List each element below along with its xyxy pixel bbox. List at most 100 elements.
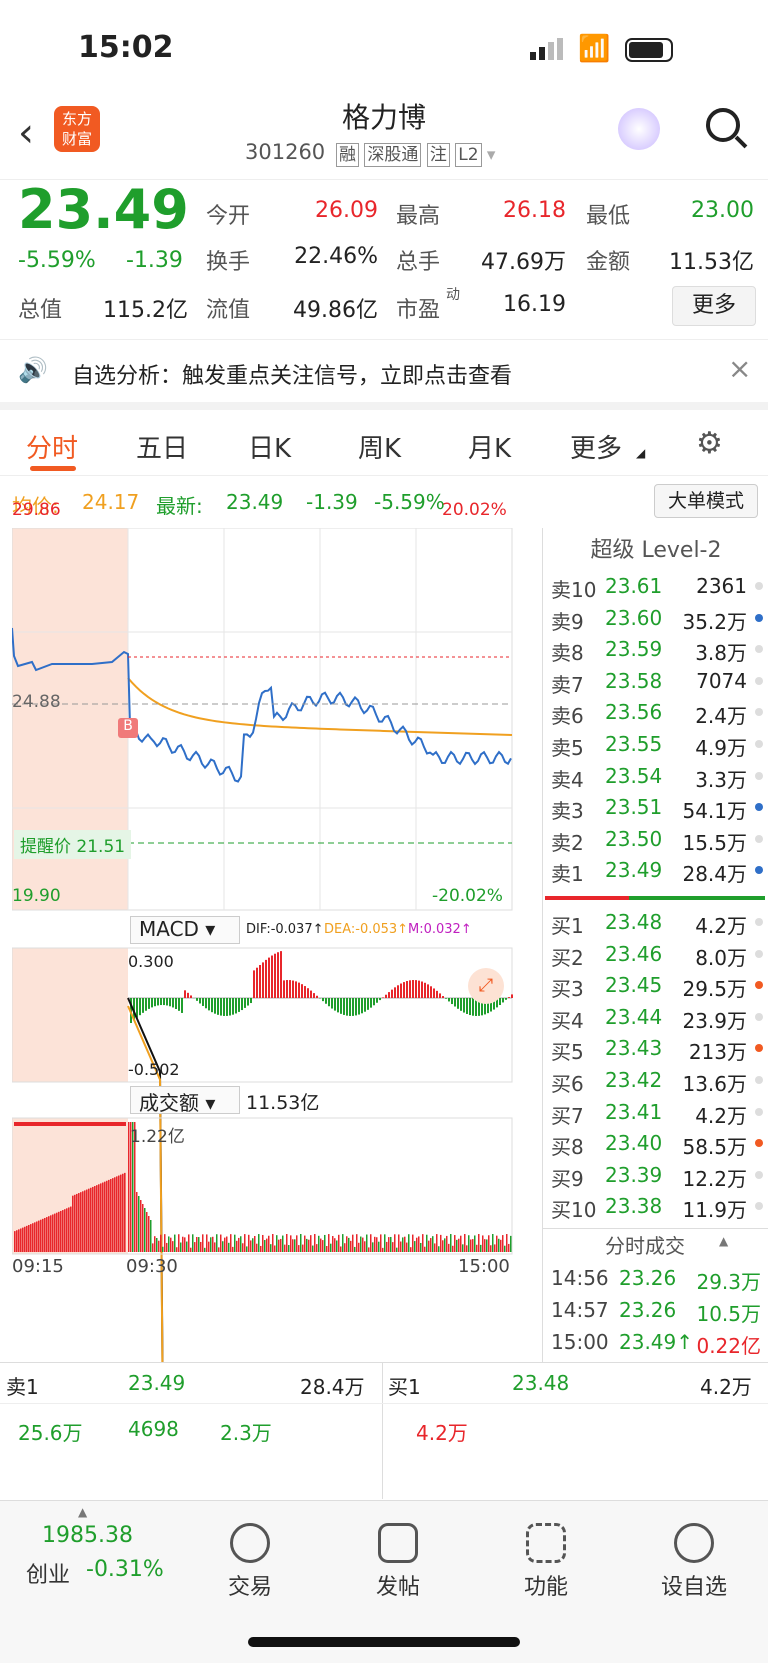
macd-bar [304,986,306,998]
function-button[interactable]: 功能 [496,1511,596,1601]
ratio-bar-red [545,896,629,900]
close-icon[interactable]: × [728,352,751,385]
volume-bar [14,1231,16,1252]
bid-row[interactable]: 买7 23.41 4.2万 [543,1096,768,1128]
macd-bar [250,998,252,1004]
macd-bar [439,993,441,998]
ask-row[interactable]: 卖1 23.49 28.4万 [543,854,768,886]
expand-icon[interactable]: ⤢ [468,968,504,1004]
macd-bar [169,998,171,1007]
add-watchlist-button[interactable]: 设自选 [644,1511,744,1601]
ask-row[interactable]: 卖2 23.50 15.5万 [543,823,768,855]
macd-bar [505,998,507,1000]
volume-bar [440,1234,442,1252]
volume-bar [34,1222,36,1252]
tab-intraday[interactable]: 分时 [26,428,78,465]
ask-row[interactable]: 卖8 23.59 3.8万 [543,633,768,665]
macd-bar [292,980,294,998]
bid-level: 买5 [551,1040,584,1065]
vol-top-label: 1.22亿 [130,1127,185,1147]
analysis-banner[interactable]: 🔊 自选分析：触发重点关注信号，立即点击查看 × [0,340,768,410]
bid-row[interactable]: 买2 23.46 8.0万 [543,938,768,970]
dropdown-icon[interactable]: ▾ [487,145,496,165]
float-label: 流值 [206,298,251,323]
volume-bar [120,1174,122,1252]
ask-row[interactable]: 卖9 23.60 35.2万 [543,602,768,634]
intraday-chart[interactable]: 29.86 20.02% 24.88 19.90 -20.02% 提醒价 21.… [11,500,542,1555]
big-order-mode-button[interactable]: 大单模式 [654,484,758,518]
macd-bar [343,998,345,1015]
gear-icon[interactable]: ⚙ [696,426,723,461]
bid-row[interactable]: 买3 23.45 29.5万 [543,969,768,1001]
macd-bar [511,994,513,998]
tab-day-k[interactable]: 日K [248,428,291,465]
ask-row[interactable]: 卖3 23.51 54.1万 [543,791,768,823]
macd-bar [415,980,417,998]
bid-dot [755,1076,763,1084]
stock-header: ‹ 东方 财富 格力博 301260 融 深股通 注 L2 ▾ [0,100,768,180]
tab-week-k[interactable]: 周K [358,428,401,465]
trade-label: 交易 [227,1575,272,1600]
more-button[interactable]: 更多 [672,286,756,326]
bid-price: 23.44 [605,1004,663,1029]
volume-bar [436,1234,438,1252]
macd-bar [142,998,144,1013]
macd-bar [223,998,225,1016]
ask-row[interactable]: 卖5 23.55 4.9万 [543,728,768,760]
trade-button[interactable]: 交易 [200,1511,300,1601]
tab-month-k[interactable]: 月K [468,428,511,465]
ask-row[interactable]: 卖6 23.56 2.4万 [543,696,768,728]
macd-label: MACD [139,917,199,941]
macd-bar [331,998,333,1009]
volume-bar [160,1234,162,1252]
index-value[interactable]: 1985.38 [42,1523,133,1548]
bid-row[interactable]: 买8 23.40 58.5万 [543,1127,768,1159]
bid-row[interactable]: 买10 23.38 11.9万 [543,1190,768,1222]
volume-value: 47.69万 [481,250,566,275]
volume-selector[interactable]: 成交额 ▾ [130,1086,240,1115]
bid-row[interactable]: 买5 23.43 213万 [543,1032,768,1064]
bid-row[interactable]: 买9 23.39 12.2万 [543,1159,768,1191]
y-mid-label: 24.88 [12,692,61,712]
tab-more[interactable]: 更多 [570,428,622,465]
turnover-value: 22.46% [294,244,378,269]
volume-bar [328,1234,330,1252]
volume-bar [318,1235,320,1252]
tab-5day[interactable]: 五日 [136,428,188,465]
volume-bar [224,1237,226,1252]
ask-row[interactable]: 卖10 23.61 2361 [543,570,768,602]
volume-bar [20,1228,22,1252]
ticks-title[interactable]: 分时成交 [605,1230,685,1259]
volume-bar [112,1178,114,1252]
ask-row[interactable]: 卖7 23.58 7074 [543,665,768,697]
robot-avatar-icon[interactable] [618,108,660,150]
volume-bar [284,1244,286,1252]
volume-bar [272,1234,274,1252]
bid-row[interactable]: 买6 23.42 13.6万 [543,1064,768,1096]
post-button[interactable]: 发帖 [348,1511,448,1601]
macd-bar [232,998,234,1015]
ask-level: 卖8 [551,641,584,666]
bid-row[interactable]: 买1 23.48 4.2万 [543,906,768,938]
tick-price: 23.49↑ [619,1330,694,1354]
macd-selector[interactable]: MACD ▾ [130,916,240,944]
volume-bar [448,1243,450,1252]
volume-bar [340,1246,342,1252]
high-label: 最高 [396,204,441,229]
volume-bar [44,1217,46,1252]
volume-bar [96,1185,98,1252]
macd-bar [274,953,276,998]
volume-bar [190,1247,192,1252]
alert-price-tag[interactable]: 提醒价 21.51 [14,830,132,859]
bid-dot [755,1012,763,1021]
volume-bar [310,1235,312,1252]
bid-row[interactable]: 买4 23.44 23.9万 [543,1001,768,1033]
buy-marker[interactable]: B [118,718,138,738]
volume-bar [40,1219,42,1252]
ask-row[interactable]: 卖4 23.54 3.3万 [543,760,768,792]
stock-code: 301260 [245,140,326,164]
macd-bar [178,998,180,1011]
macd-bar [361,998,363,1014]
ask-dot [755,708,763,717]
macd-bar [382,997,384,998]
